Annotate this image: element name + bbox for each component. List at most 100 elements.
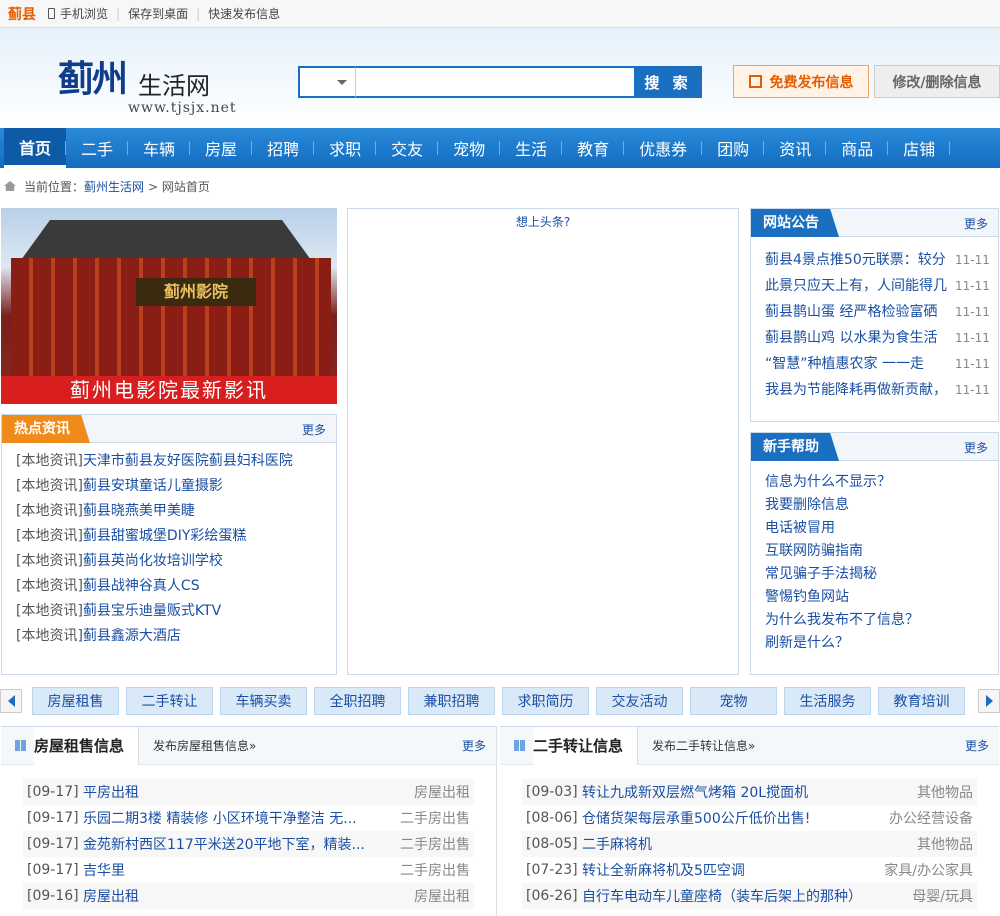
nav-item[interactable]: 生活 [500, 128, 563, 168]
list-item: 互联网防骗指南 [765, 540, 998, 563]
news-link[interactable]: 蓟县英尚化妆培训学校 [83, 553, 223, 569]
nav-item[interactable]: 教育 [562, 128, 625, 168]
news-link[interactable]: 蓟县战神谷真人CS [83, 578, 200, 594]
help-link[interactable]: 互联网防骗指南 [765, 543, 863, 559]
site-logo[interactable]: 蓟州 生活网 www.tjsjx.net [58, 50, 236, 120]
help-link[interactable]: 刷新是什么？ [765, 635, 849, 651]
help-link[interactable]: 信息为什么不显示？ [765, 474, 891, 490]
row-link[interactable]: 房屋出租 [83, 886, 406, 906]
divider: | [196, 6, 201, 21]
help-link[interactable]: 常见骗子手法揭秘 [765, 566, 877, 582]
scroll-right-button[interactable] [978, 689, 1000, 713]
category-tab[interactable]: 全职招聘 [314, 687, 401, 715]
search-button[interactable]: 搜 索 [634, 66, 702, 98]
row-link[interactable]: 吉华里 [83, 860, 392, 880]
list-item: 我要删除信息 [765, 494, 998, 517]
secondhand-publish-link[interactable]: 发布二手转让信息» [652, 737, 755, 754]
category-tab[interactable]: 宠物 [690, 687, 777, 715]
notice-date: 11-11 [955, 331, 990, 345]
free-publish-label: 免费发布信息 [769, 74, 854, 91]
category-tab[interactable]: 交友活动 [596, 687, 683, 715]
site-notice-panel: 网站公告 更多 蓟县4景点推50元联票：较分 11-11 此景只应天上有，人间能得几… [750, 208, 999, 422]
headline-ad-link[interactable]: 想上头条? [348, 213, 738, 230]
nav-item-home[interactable]: 首页 [4, 128, 67, 168]
notice-link[interactable]: 蓟县鹊山蛋 经严格检验富硒 [765, 299, 949, 325]
nav-item[interactable]: 团购 [702, 128, 765, 168]
nav-item[interactable]: 二手 [66, 128, 129, 168]
notice-more-link[interactable]: 更多 [964, 215, 988, 232]
row-date: [09-17] [27, 810, 79, 826]
notice-link[interactable]: 蓟县鹊山鸡 以水果为食生活 [765, 325, 949, 351]
row-link[interactable]: 自行车电动车儿童座椅（装车后架上的那种） [582, 886, 904, 906]
secondhand-more-link[interactable]: 更多 [965, 737, 989, 754]
row-link[interactable]: 平房出租 [83, 782, 406, 802]
category-tab[interactable]: 二手转让 [126, 687, 213, 715]
row-link[interactable]: 金苑新村西区117平米送20平地下室，精装... [83, 834, 392, 854]
row-link[interactable]: 转让九成新双层燃气烤箱 20L搅面机 [582, 782, 909, 802]
nav-item[interactable]: 资讯 [764, 128, 827, 168]
quick-publish-link[interactable]: 快速发布信息 [208, 5, 280, 22]
row-category: 其他物品 [917, 785, 973, 801]
row-link[interactable]: 转让全新麻将机及5匹空调 [582, 860, 876, 880]
hot-news-more-link[interactable]: 更多 [302, 421, 326, 438]
nav-item[interactable]: 招聘 [252, 128, 315, 168]
list-item: 蓟县鹊山蛋 经严格检验富硒 11-11 [765, 299, 998, 325]
row-link[interactable]: 乐园二期3楼 精装修 小区环境干净整洁 无... [83, 808, 392, 828]
edit-delete-button[interactable]: 修改/删除信息 [874, 65, 1000, 98]
notice-date: 11-11 [955, 305, 990, 319]
news-link[interactable]: 蓟县宝乐迪量贩式KTV [83, 603, 221, 619]
category-tab[interactable]: 房屋租售 [32, 687, 119, 715]
help-link[interactable]: 警惕钓鱼网站 [765, 589, 849, 605]
notice-link[interactable]: “智慧”种植惠农家 一一走 [765, 351, 949, 377]
news-link[interactable]: 天津市蓟县友好医院蓟县妇科医院 [83, 453, 293, 469]
mobile-browse-link[interactable]: 手机浏览 [48, 5, 108, 22]
row-link[interactable]: 仓储货架每层承重500公斤低价出售! [582, 808, 881, 828]
search-category-select[interactable] [298, 66, 356, 98]
row-category: 办公经营设备 [889, 811, 973, 827]
help-link[interactable]: 电话被冒用 [765, 520, 835, 536]
notice-link[interactable]: 蓟县4景点推50元联票：较分 [765, 247, 949, 273]
search-input[interactable] [356, 66, 634, 98]
breadcrumb-site-link[interactable]: 蓟州生活网 [84, 178, 144, 195]
city-name[interactable]: 蓟县 [8, 4, 36, 24]
cinema-promo-banner[interactable]: 蓟州影院 蓟州电影院最新影讯 [1, 208, 337, 404]
list-item: 为什么我发布不了信息？ [765, 609, 998, 632]
scroll-left-button[interactable] [0, 689, 22, 713]
news-link[interactable]: 蓟县晓燕美甲美睫 [83, 503, 195, 519]
category-tab[interactable]: 车辆买卖 [220, 687, 307, 715]
help-more-link[interactable]: 更多 [964, 439, 988, 456]
house-more-link[interactable]: 更多 [462, 737, 486, 754]
house-publish-link[interactable]: 发布房屋租售信息» [153, 737, 256, 754]
help-link[interactable]: 为什么我发布不了信息？ [765, 612, 919, 628]
news-link[interactable]: 蓟县安琪童话儿童摄影 [83, 478, 223, 494]
nav-item[interactable]: 求职 [314, 128, 377, 168]
list-item: 蓟县鹊山鸡 以水果为食生活 11-11 [765, 325, 998, 351]
category-tab[interactable]: 求职简历 [502, 687, 589, 715]
notice-link[interactable]: 我县为节能降耗再做新贡献， [765, 377, 949, 403]
notice-link[interactable]: 此景只应天上有，人间能得几 [765, 273, 949, 299]
nav-item[interactable]: 商品 [826, 128, 889, 168]
list-item: 此景只应天上有，人间能得几 11-11 [765, 273, 998, 299]
news-link[interactable]: 蓟县鑫源大酒店 [83, 628, 181, 644]
save-desktop-link[interactable]: 保存到桌面 [128, 5, 188, 22]
row-link[interactable]: 二手麻将机 [582, 834, 909, 854]
list-item: 我县为节能降耗再做新贡献， 11-11 [765, 377, 998, 403]
row-category: 母婴/玩具 [912, 889, 973, 905]
list-item: 警惕钓鱼网站 [765, 586, 998, 609]
notice-date: 11-11 [955, 253, 990, 267]
nav-item[interactable]: 优惠券 [624, 128, 703, 168]
cinema-sign: 蓟州影院 [136, 278, 256, 306]
category-tab[interactable]: 教育培训 [878, 687, 965, 715]
free-publish-button[interactable]: 免费发布信息 [733, 65, 869, 98]
nav-item[interactable]: 交友 [376, 128, 439, 168]
news-link[interactable]: 蓟县甜蜜城堡DIY彩绘蛋糕 [83, 528, 246, 544]
category-tab[interactable]: 生活服务 [784, 687, 871, 715]
nav-item[interactable]: 房屋 [190, 128, 253, 168]
list-item: “智慧”种植惠农家 一一走 11-11 [765, 351, 998, 377]
category-tab[interactable]: 兼职招聘 [408, 687, 495, 715]
list-item: [本地资讯]蓟县英尚化妆培训学校 [16, 549, 336, 574]
nav-item[interactable]: 店铺 [888, 128, 951, 168]
nav-item[interactable]: 车辆 [128, 128, 191, 168]
help-link[interactable]: 我要删除信息 [765, 497, 849, 513]
nav-item[interactable]: 宠物 [438, 128, 501, 168]
